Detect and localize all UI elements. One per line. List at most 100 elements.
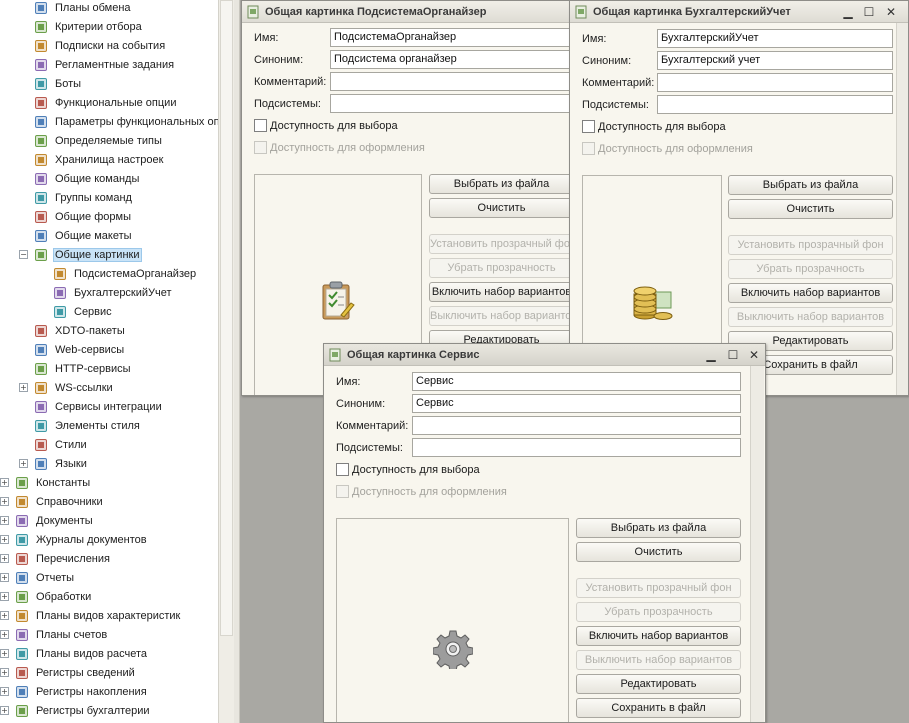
tree-item[interactable]: Регламентные задания <box>33 55 176 74</box>
checkbox-box[interactable] <box>336 463 349 476</box>
tree-item[interactable]: Перечисления <box>14 549 112 568</box>
tree-item[interactable]: Критерии отбора <box>33 17 144 36</box>
expand-toggle-icon[interactable]: + <box>0 611 9 620</box>
expand-toggle-icon[interactable]: + <box>0 649 9 658</box>
tree-item[interactable]: Языки <box>33 454 89 473</box>
tree-item[interactable]: БухгалтерскийУчет <box>52 283 174 302</box>
tree-item[interactable]: ПодсистемаОрганайзер <box>52 264 198 283</box>
maximize-icon[interactable]: ☐ <box>861 4 877 20</box>
enable-variants-button[interactable]: Включить набор вариантов <box>728 283 893 303</box>
clear-button[interactable]: Очистить <box>429 198 571 218</box>
synonym-field[interactable]: Сервис <box>412 394 741 413</box>
tree-item[interactable]: Регистры накопления <box>14 682 149 701</box>
tree-item[interactable]: Подписки на события <box>33 36 167 55</box>
tree-item[interactable]: Справочники <box>14 492 105 511</box>
expand-toggle-icon[interactable]: + <box>0 535 9 544</box>
clear-button[interactable]: Очистить <box>728 199 893 219</box>
tree-item[interactable]: XDTO-пакеты <box>33 321 127 340</box>
choose-from-file-button[interactable]: Выбрать из файла <box>728 175 893 195</box>
window-scrollbar[interactable] <box>750 366 764 722</box>
tree-scrollbar-thumb[interactable] <box>220 0 233 636</box>
comment-field[interactable] <box>330 72 571 91</box>
checkbox-box[interactable] <box>254 119 267 132</box>
tree-item[interactable]: Планы видов расчета <box>14 644 149 663</box>
name-field[interactable]: Сервис <box>412 372 741 391</box>
panel-splitter[interactable] <box>234 0 240 723</box>
maximize-icon[interactable]: ☐ <box>725 347 741 363</box>
tree-item[interactable]: WS-ссылки <box>33 378 115 397</box>
tree-item[interactable]: Обработки <box>14 587 93 606</box>
expand-toggle-icon[interactable]: + <box>0 592 9 601</box>
tree-item[interactable]: Регистры сведений <box>14 663 137 682</box>
expand-toggle-icon[interactable]: + <box>0 668 9 677</box>
tree-item[interactable]: Боты <box>33 74 83 93</box>
expand-toggle-icon[interactable]: + <box>0 630 9 639</box>
clear-button[interactable]: Очистить <box>576 542 741 562</box>
name-field[interactable]: ПодсистемаОрганайзер <box>330 28 571 47</box>
tree-item[interactable]: Общие макеты <box>33 226 134 245</box>
picture-preview[interactable] <box>336 518 569 722</box>
comment-field[interactable] <box>657 73 893 92</box>
window-service-titlebar[interactable]: Общая картинка Сервис ▁ ☐ ✕ <box>324 344 765 366</box>
name-field[interactable]: БухгалтерскийУчет <box>657 29 893 48</box>
tree-item[interactable]: Документы <box>14 511 95 530</box>
tree-scrollbar[interactable] <box>218 0 234 723</box>
expand-toggle-icon[interactable]: + <box>0 497 9 506</box>
tree-item[interactable]: Планы видов характеристик <box>14 606 182 625</box>
tree-item[interactable]: Общие команды <box>33 169 141 188</box>
tree-item[interactable]: HTTP-сервисы <box>33 359 133 378</box>
expand-toggle-icon[interactable]: + <box>0 573 9 582</box>
tree-item[interactable]: Стили <box>33 435 89 454</box>
subsystems-field[interactable] <box>657 95 893 114</box>
tree-item[interactable]: Определяемые типы <box>33 131 164 150</box>
tree-item[interactable]: Общие формы <box>33 207 133 226</box>
tree-item[interactable]: Планы обмена <box>33 0 133 17</box>
synonym-field[interactable]: Бухгалтерский учет <box>657 51 893 70</box>
expand-toggle-icon[interactable]: + <box>19 459 28 468</box>
picture-item-icon <box>52 266 67 281</box>
tree-item[interactable]: Отчеты <box>14 568 76 587</box>
available-for-choice-checkbox[interactable]: Доступность для выбора <box>582 120 726 133</box>
expand-toggle-icon[interactable]: + <box>0 706 9 715</box>
save-to-file-button[interactable]: Сохранить в файл <box>576 698 741 718</box>
choose-from-file-button[interactable]: Выбрать из файла <box>576 518 741 538</box>
tree-item[interactable]: Планы счетов <box>14 625 109 644</box>
edit-button[interactable]: Редактировать <box>576 674 741 694</box>
enable-variants-button[interactable]: Включить набор вариантов <box>576 626 741 646</box>
tree-item[interactable]: Журналы документов <box>14 530 149 549</box>
tree-item[interactable]: Хранилища настроек <box>33 150 165 169</box>
expand-toggle-icon[interactable]: + <box>19 383 28 392</box>
enable-variants-button[interactable]: Включить набор вариантов <box>429 282 571 302</box>
minimize-icon[interactable]: ▁ <box>840 4 856 20</box>
choose-from-file-button[interactable]: Выбрать из файла <box>429 174 571 194</box>
minimize-icon[interactable]: ▁ <box>703 347 719 363</box>
tree-item[interactable]: Группы команд <box>33 188 134 207</box>
comment-field[interactable] <box>412 416 741 435</box>
tree-item[interactable]: Общие картинки <box>33 245 142 264</box>
subsystems-field[interactable] <box>412 438 741 457</box>
tree-item[interactable]: Элементы стиля <box>33 416 142 435</box>
checkbox-box[interactable] <box>582 120 595 133</box>
available-for-choice-checkbox[interactable]: Доступность для выбора <box>254 119 398 132</box>
window-accounting-titlebar[interactable]: Общая картинка БухгалтерскийУчет ▁ ☐ ✕ <box>570 1 908 23</box>
tree-item[interactable]: Параметры функциональных оп <box>33 112 218 131</box>
subsystems-field[interactable] <box>330 94 571 113</box>
available-for-choice-checkbox[interactable]: Доступность для выбора <box>336 463 480 476</box>
synonym-field[interactable]: Подсистема органайзер <box>330 50 571 69</box>
expand-toggle-icon[interactable]: + <box>0 554 9 563</box>
window-scrollbar[interactable] <box>896 23 908 395</box>
tree-item[interactable]: Сервис <box>52 302 114 321</box>
tree-item[interactable]: Константы <box>14 473 92 492</box>
expand-toggle-icon[interactable]: + <box>0 516 9 525</box>
configuration-tree[interactable]: Планы обмена Критерии отбора Подписки на с… <box>0 0 218 723</box>
tree-item[interactable]: Функциональные опции <box>33 93 178 112</box>
collapse-toggle-icon[interactable]: − <box>19 250 28 259</box>
close-icon[interactable]: ✕ <box>746 347 762 363</box>
close-icon[interactable]: ✕ <box>883 4 899 20</box>
expand-toggle-icon[interactable]: + <box>0 478 9 487</box>
expand-toggle-icon[interactable]: + <box>0 687 9 696</box>
tree-item[interactable]: Регистры бухгалтерии <box>14 701 152 720</box>
tree-item[interactable]: Web-сервисы <box>33 340 126 359</box>
window-organizer-titlebar[interactable]: Общая картинка ПодсистемаОрганайзер <box>242 1 571 23</box>
tree-item[interactable]: Сервисы интеграции <box>33 397 164 416</box>
